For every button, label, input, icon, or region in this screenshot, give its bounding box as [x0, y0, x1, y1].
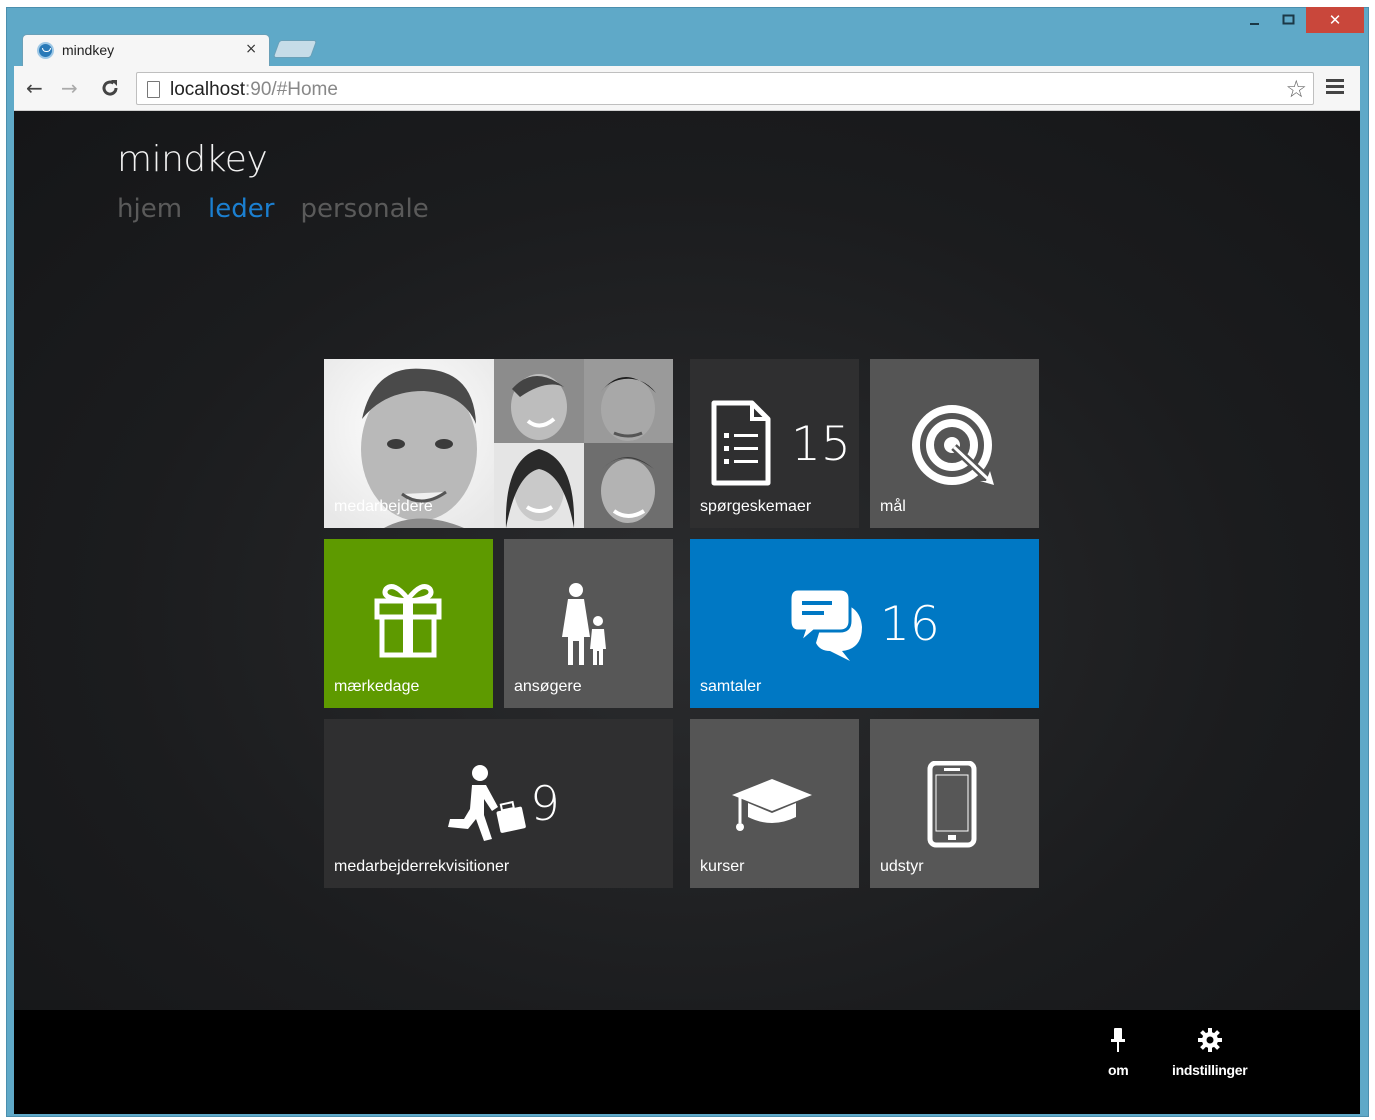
- tile-label: udstyr: [880, 858, 924, 875]
- tab-close-button[interactable]: ×: [245, 41, 257, 57]
- indstillinger-button[interactable]: indstillinger: [1172, 1028, 1248, 1078]
- tile-count: 16: [880, 597, 940, 652]
- gift-icon: [374, 584, 442, 658]
- om-button[interactable]: om: [1108, 1028, 1129, 1078]
- indstillinger-label: indstillinger: [1172, 1062, 1248, 1078]
- app-nav: hjem leder personale: [117, 194, 429, 224]
- tile-kurser[interactable]: kurser: [690, 719, 859, 888]
- tile-label: medarbejdere: [334, 498, 433, 515]
- tile-samtaler[interactable]: 16 samtaler: [690, 539, 1039, 708]
- minimize-icon: [1250, 23, 1259, 25]
- url-text: localhost:90/#Home: [170, 79, 338, 100]
- target-icon: [912, 405, 994, 485]
- smartphone-icon: [927, 761, 977, 848]
- new-tab-button[interactable]: [272, 40, 318, 58]
- favicon-icon: [37, 42, 54, 59]
- tile-label: ansøgere: [514, 678, 582, 695]
- tile-medarbejderrekvisitioner[interactable]: 9 medarbejderrekvisitioner: [324, 719, 673, 888]
- tile-ansoegere[interactable]: ansøgere: [504, 539, 673, 708]
- tile-count: 9: [530, 777, 560, 832]
- back-button[interactable]: ←: [26, 76, 43, 100]
- om-label: om: [1108, 1062, 1129, 1078]
- gear-icon: [1197, 1028, 1222, 1052]
- document-list-icon: [711, 400, 771, 486]
- pin-icon: [1111, 1028, 1126, 1052]
- tile-label: spørgeskemaer: [700, 498, 812, 515]
- app-title: mindkey: [117, 139, 268, 180]
- nav-leder[interactable]: leder: [208, 194, 274, 224]
- app-viewport: mindkey hjem leder personale medarbejder…: [14, 111, 1360, 1114]
- tab-title: mindkey: [62, 42, 115, 58]
- tile-maerkedage[interactable]: mærkedage: [324, 539, 493, 708]
- tile-label: mål: [880, 498, 906, 515]
- graduation-cap-icon: [732, 779, 812, 831]
- tile-label: kurser: [700, 858, 745, 875]
- nav-hjem[interactable]: hjem: [117, 194, 182, 224]
- maximize-icon: [1282, 14, 1295, 25]
- forward-button[interactable]: →: [61, 76, 78, 100]
- app-bar: om indstillinger: [14, 1010, 1360, 1114]
- tile-udstyr[interactable]: udstyr: [870, 719, 1039, 888]
- reload-button[interactable]: [100, 76, 120, 103]
- tile-medarbejdere[interactable]: medarbejdere: [324, 359, 673, 528]
- tile-label: medarbejderrekvisitioner: [334, 858, 510, 875]
- tile-spoergeskemaer[interactable]: 15 spørgeskemaer: [690, 359, 859, 528]
- tile-maal[interactable]: mål: [870, 359, 1039, 528]
- minimize-button[interactable]: [1240, 7, 1270, 33]
- address-bar[interactable]: localhost:90/#Home ☆: [136, 72, 1314, 105]
- reload-icon: [102, 80, 118, 96]
- chat-bubbles-icon: [790, 587, 862, 661]
- parent-child-icon: [562, 583, 606, 665]
- browser-toolbar: ← → localhost:90/#Home ☆: [14, 66, 1360, 111]
- menu-icon[interactable]: [1326, 77, 1344, 99]
- tile-label: mærkedage: [334, 678, 420, 695]
- nav-personale[interactable]: personale: [300, 194, 428, 224]
- star-icon[interactable]: ☆: [1285, 75, 1307, 103]
- close-window-button[interactable]: ✕: [1306, 7, 1364, 33]
- browser-tab[interactable]: mindkey ×: [22, 34, 270, 67]
- maximize-button[interactable]: [1274, 7, 1304, 33]
- tile-label: samtaler: [700, 678, 762, 695]
- walking-briefcase-icon: [448, 765, 526, 841]
- page-icon: [147, 81, 160, 98]
- tile-count: 15: [791, 417, 851, 472]
